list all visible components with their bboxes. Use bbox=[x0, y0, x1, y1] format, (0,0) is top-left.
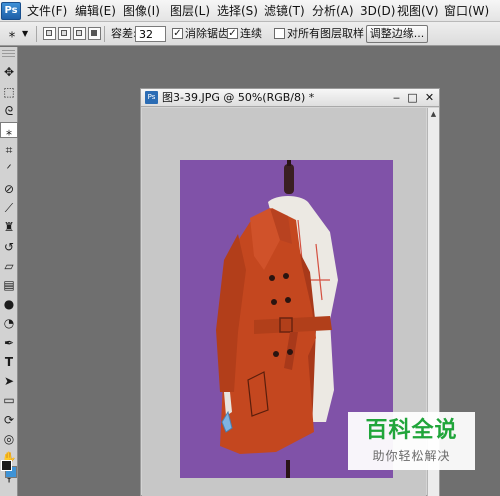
watermark-subtitle: 助你轻松解决 bbox=[372, 449, 451, 463]
menu-image[interactable]: 图像(I) bbox=[123, 3, 160, 19]
chevron-down-icon[interactable]: ▼ bbox=[22, 26, 28, 42]
eraser-icon[interactable]: ▱ bbox=[0, 258, 18, 274]
pen-icon[interactable]: ✒ bbox=[0, 335, 18, 351]
move-icon[interactable]: ✥ bbox=[0, 64, 18, 80]
menu-bar: Ps 文件(F) 编辑(E) 图像(I) 图层(L) 选择(S) 滤镜(T) 分… bbox=[0, 0, 500, 22]
coat-button bbox=[283, 273, 289, 279]
new-selection-button[interactable] bbox=[43, 27, 56, 40]
blur-icon[interactable]: ● bbox=[0, 296, 18, 312]
foreground-color-swatch[interactable] bbox=[1, 460, 12, 471]
clone-stamp-icon[interactable]: ♜ bbox=[0, 219, 18, 235]
coat-button bbox=[287, 349, 293, 355]
menu-analysis[interactable]: 分析(A) bbox=[312, 3, 354, 19]
mannequin-stand-pole bbox=[286, 460, 290, 478]
options-bar: ⁎ ▼ 容差: ✓ 消除锯齿 ✓ 连续 对所有图层取样 调整边缘... bbox=[0, 22, 500, 46]
close-icon[interactable]: ✕ bbox=[422, 90, 437, 105]
coat-button bbox=[273, 351, 279, 357]
document-title: 图3-39.JPG @ 50%(RGB/8) * bbox=[162, 91, 315, 104]
watermark: 百科全说 助你轻松解决 bbox=[348, 412, 475, 470]
scroll-up-icon[interactable]: ▲ bbox=[428, 108, 439, 120]
path-selection-icon[interactable]: ➤ bbox=[0, 373, 18, 389]
crop-icon[interactable]: ⌗ bbox=[0, 142, 18, 158]
menu-file[interactable]: 文件(F) bbox=[27, 3, 67, 19]
menu-window[interactable]: 窗口(W) bbox=[444, 3, 489, 19]
intersect-selection-button[interactable] bbox=[88, 27, 101, 40]
anti-alias-checkbox[interactable]: ✓ bbox=[172, 28, 183, 39]
stand-cap bbox=[287, 160, 291, 166]
shape-icon[interactable]: ▭ bbox=[0, 392, 18, 408]
history-brush-icon[interactable]: ↺ bbox=[0, 239, 18, 255]
panel-grip[interactable] bbox=[2, 50, 15, 59]
add-to-selection-button[interactable] bbox=[58, 27, 71, 40]
magic-wand-icon[interactable]: ⁎ bbox=[0, 122, 18, 138]
document-icon: Ps bbox=[145, 91, 158, 104]
coat-button bbox=[271, 299, 277, 305]
divider bbox=[104, 26, 105, 42]
tolerance-label: 容差: bbox=[111, 27, 137, 40]
minimize-icon[interactable]: ‒ bbox=[389, 90, 404, 105]
sample-all-layers-checkbox[interactable] bbox=[274, 28, 285, 39]
tools-panel: ✥ ⬚ ᘓ ⁎ ⌗ ᐟ ⊘ ⟋ ♜ ↺ ▱ ▤ ● ◔ ✒ T ➤ ▭ ⟳ ◎ … bbox=[0, 47, 18, 496]
magic-wand-icon[interactable]: ⁎ bbox=[4, 26, 20, 42]
mannequin-stand-top bbox=[284, 164, 294, 194]
menu-layer[interactable]: 图层(L) bbox=[170, 3, 210, 19]
sample-all-layers-label: 对所有图层取样 bbox=[287, 27, 364, 40]
type-icon[interactable]: T bbox=[0, 354, 18, 370]
brush-icon[interactable]: ⟋ bbox=[0, 200, 18, 216]
menu-edit[interactable]: 编辑(E) bbox=[75, 3, 116, 19]
refine-edge-button[interactable]: 调整边缘... bbox=[366, 25, 428, 43]
coat-button bbox=[269, 275, 275, 281]
subtract-from-selection-button[interactable] bbox=[73, 27, 86, 40]
contiguous-label: 连续 bbox=[240, 27, 262, 40]
marquee-icon[interactable]: ⬚ bbox=[0, 84, 18, 100]
menu-3d[interactable]: 3D(D) bbox=[360, 3, 395, 19]
menu-view[interactable]: 视图(V) bbox=[397, 3, 439, 19]
eyedropper-icon[interactable]: ᐟ bbox=[0, 161, 18, 177]
document-title-bar[interactable]: Ps 图3-39.JPG @ 50%(RGB/8) * ‒ □ ✕ bbox=[141, 89, 439, 107]
coat-button bbox=[285, 297, 291, 303]
maximize-icon[interactable]: □ bbox=[405, 90, 420, 105]
3d-orbit-icon[interactable]: ◎ bbox=[0, 431, 18, 447]
tolerance-input[interactable] bbox=[135, 26, 166, 42]
photoshop-logo[interactable]: Ps bbox=[1, 2, 21, 20]
lasso-icon[interactable]: ᘓ bbox=[0, 103, 18, 119]
gradient-icon[interactable]: ▤ bbox=[0, 277, 18, 293]
watermark-title: 百科全说 bbox=[365, 418, 458, 443]
menu-filter[interactable]: 滤镜(T) bbox=[264, 3, 305, 19]
dodge-icon[interactable]: ◔ bbox=[0, 315, 18, 331]
divider bbox=[36, 26, 37, 42]
contiguous-checkbox[interactable]: ✓ bbox=[227, 28, 238, 39]
anti-alias-label: 消除锯齿 bbox=[185, 27, 229, 40]
healing-brush-icon[interactable]: ⊘ bbox=[0, 181, 18, 197]
3d-rotate-icon[interactable]: ⟳ bbox=[0, 412, 18, 428]
menu-select[interactable]: 选择(S) bbox=[217, 3, 258, 19]
